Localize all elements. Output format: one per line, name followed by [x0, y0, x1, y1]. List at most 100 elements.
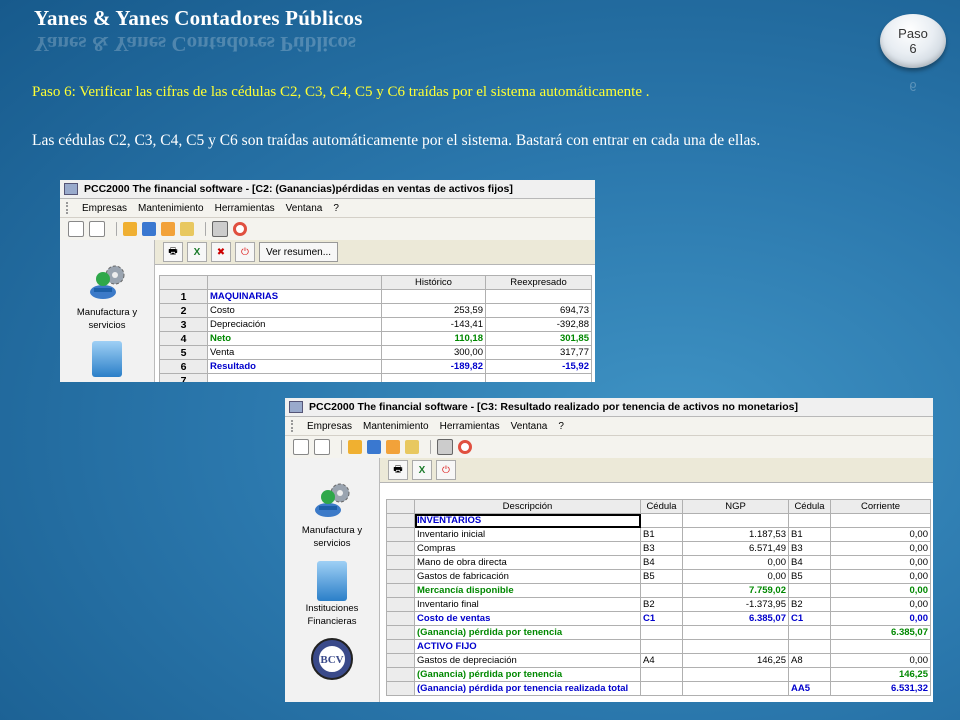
reexpresado-cell[interactable]: -392,88 [485, 317, 592, 332]
ngp-cell[interactable]: 0,00 [682, 569, 789, 584]
folder-orange-icon[interactable] [161, 222, 175, 236]
historico-cell[interactable]: 110,18 [381, 331, 486, 346]
cedula-cell[interactable]: B4 [640, 555, 683, 570]
cedula-cell[interactable]: A4 [640, 653, 683, 668]
sidebar-item-instituciones[interactable]: Instituciones Financieras [285, 561, 379, 627]
description-cell[interactable]: ACTIVO FIJO [414, 639, 641, 654]
ngp-cell[interactable] [682, 667, 789, 682]
corriente-cell[interactable]: 146,25 [830, 667, 931, 682]
ngp-cell[interactable]: 1.187,53 [682, 527, 789, 542]
menu-ventana[interactable]: Ventana [511, 421, 548, 432]
description-cell[interactable]: Inventario inicial [414, 527, 641, 542]
corriente-cell[interactable]: 0,00 [830, 555, 931, 570]
ver-resumen-button[interactable]: Ver resumen... [259, 242, 339, 262]
cedula-cell[interactable] [788, 583, 831, 598]
ngp-cell[interactable]: 6.571,49 [682, 541, 789, 556]
description-cell[interactable]: Resultado [207, 359, 382, 374]
description-cell[interactable]: Neto [207, 331, 382, 346]
folder-orange-icon[interactable] [386, 440, 400, 454]
lifebuoy-icon[interactable] [458, 440, 472, 454]
description-cell[interactable]: Gastos de depreciación [414, 653, 641, 668]
ngp-cell[interactable]: 146,25 [682, 653, 789, 668]
corriente-cell[interactable]: 6.531,32 [830, 681, 931, 696]
cedula-cell[interactable]: B1 [788, 527, 831, 542]
cedula-cell[interactable] [788, 625, 831, 640]
cedula-cell[interactable] [788, 513, 831, 528]
power-icon[interactable]: ⏻ [235, 242, 255, 262]
corriente-cell[interactable]: 0,00 [830, 569, 931, 584]
historico-cell[interactable] [381, 373, 486, 382]
corriente-cell[interactable] [830, 639, 931, 654]
menu-ventana[interactable]: Ventana [286, 203, 323, 214]
historico-cell[interactable]: 253,59 [381, 303, 486, 318]
excel-icon[interactable]: X [187, 242, 207, 262]
cedula-cell[interactable]: B4 [788, 555, 831, 570]
new-file-icon[interactable] [68, 221, 84, 237]
sidebar-item-bcv[interactable]: BCV [285, 637, 379, 684]
description-cell[interactable]: (Ganancia) pérdida por tenencia realizad… [414, 681, 641, 696]
print-icon[interactable]: 🖶 [163, 242, 183, 262]
sidebar-item-manufactura[interactable]: Manufactura y servicios [60, 262, 154, 331]
reexpresado-cell[interactable]: -15,92 [485, 359, 592, 374]
ngp-cell[interactable]: 7.759,02 [682, 583, 789, 598]
reexpresado-cell[interactable] [485, 373, 592, 382]
description-cell[interactable]: Depreciación [207, 317, 382, 332]
description-cell[interactable]: MAQUINARIAS [207, 289, 382, 304]
historico-cell[interactable]: -189,82 [381, 359, 486, 374]
description-cell[interactable]: (Ganancia) pérdida por tenencia [414, 625, 641, 640]
document-icon[interactable] [437, 439, 453, 455]
menu-herramientas[interactable]: Herramientas [440, 421, 500, 432]
corriente-cell[interactable]: 0,00 [830, 527, 931, 542]
menu-empresas[interactable]: Empresas [307, 421, 352, 432]
menu-help[interactable]: ? [558, 421, 564, 432]
description-cell[interactable]: Inventario final [414, 597, 641, 612]
description-cell[interactable]: INVENTARIOS [414, 513, 641, 528]
copy-icon[interactable] [89, 221, 105, 237]
menu-mantenimiento[interactable]: Mantenimiento [138, 203, 204, 214]
folder-tools-icon[interactable] [405, 440, 419, 454]
document-icon[interactable] [212, 221, 228, 237]
cedula-cell[interactable]: C1 [788, 611, 831, 626]
corriente-cell[interactable]: 0,00 [830, 597, 931, 612]
menu-help[interactable]: ? [333, 203, 339, 214]
menu-mantenimiento[interactable]: Mantenimiento [363, 421, 429, 432]
cedula-cell[interactable] [640, 513, 683, 528]
folder-tools-icon[interactable] [180, 222, 194, 236]
description-cell[interactable]: Venta [207, 345, 382, 360]
cedula-cell[interactable]: B5 [640, 569, 683, 584]
cedula-cell[interactable]: B3 [640, 541, 683, 556]
cedula-cell[interactable] [640, 625, 683, 640]
ngp-cell[interactable] [682, 625, 789, 640]
new-file-icon[interactable] [293, 439, 309, 455]
folder-blue-icon[interactable] [142, 222, 156, 236]
cedula-cell[interactable]: B1 [640, 527, 683, 542]
description-cell[interactable]: Compras [414, 541, 641, 556]
corriente-cell[interactable]: 0,00 [830, 541, 931, 556]
sidebar-item-manufactura[interactable]: Manufactura y servicios [285, 480, 379, 549]
cedula-cell[interactable] [788, 667, 831, 682]
historico-cell[interactable]: -143,41 [381, 317, 486, 332]
open-folder-icon[interactable] [348, 440, 362, 454]
ngp-cell[interactable] [682, 681, 789, 696]
cedula-cell[interactable]: A8 [788, 653, 831, 668]
description-cell[interactable]: Gastos de fabricación [414, 569, 641, 584]
cedula-cell[interactable] [640, 667, 683, 682]
description-cell[interactable]: Mano de obra directa [414, 555, 641, 570]
ngp-cell[interactable]: 6.385,07 [682, 611, 789, 626]
copy-icon[interactable] [314, 439, 330, 455]
description-cell[interactable]: (Ganancia) pérdida por tenencia [414, 667, 641, 682]
corriente-cell[interactable]: 0,00 [830, 611, 931, 626]
reexpresado-cell[interactable] [485, 289, 592, 304]
cedula-cell[interactable] [640, 681, 683, 696]
folder-blue-icon[interactable] [367, 440, 381, 454]
ngp-cell[interactable]: 0,00 [682, 555, 789, 570]
ngp-cell[interactable] [682, 513, 789, 528]
delete-icon[interactable]: ✖ [211, 242, 231, 262]
power-icon[interactable]: ⏻ [436, 460, 456, 480]
cedula-cell[interactable]: B3 [788, 541, 831, 556]
cedula-cell[interactable] [788, 639, 831, 654]
cedula-cell[interactable]: B5 [788, 569, 831, 584]
corriente-cell[interactable]: 0,00 [830, 653, 931, 668]
ngp-cell[interactable] [682, 639, 789, 654]
corriente-cell[interactable] [830, 513, 931, 528]
